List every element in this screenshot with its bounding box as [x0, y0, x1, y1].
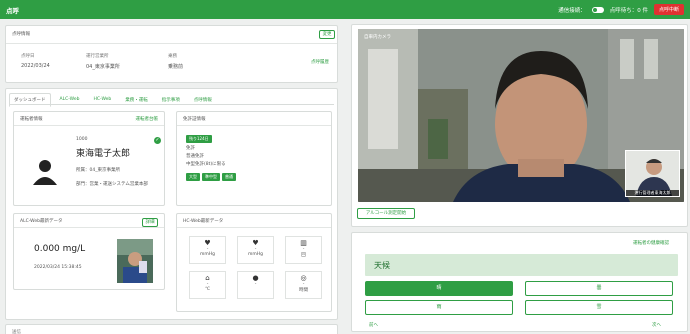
abort-button[interactable]: 点呼中断: [653, 4, 684, 15]
hc-unit: mmHg: [247, 252, 263, 257]
hc-cell-pulse: ▥ - 回: [285, 236, 322, 264]
office-label: 運行営業所: [86, 54, 109, 59]
alc-detail-button[interactable]: 詳細: [142, 218, 158, 227]
hc-cell-temp: ⌂ - ℃: [189, 271, 226, 299]
heart-icon: ♥: [204, 239, 211, 247]
hc-cell-bp-high: ♥ - mmHg: [189, 236, 226, 264]
driver-office: 所属：04_東京事業所: [76, 168, 120, 173]
hc-unit: 回: [301, 253, 306, 258]
video-feed: 自車内カメラ 運行管理者東海太郎: [358, 29, 684, 202]
license-line-1: 免許: [186, 146, 195, 151]
driver-register-link[interactable]: 運転者台帳: [136, 116, 159, 122]
alc-photo: [117, 239, 153, 283]
alc-card-title: ALC-Web最新データ: [20, 219, 63, 224]
license-tag-1: 大型: [186, 173, 200, 181]
connection-toggle[interactable]: [591, 6, 604, 13]
office-value: 04_東京事業所: [86, 64, 120, 70]
page-title: 点呼: [6, 6, 19, 15]
driver-card-header: 運転者情報 運転者台帳: [14, 112, 164, 126]
license-card: 免許証情報 残り124日 免許 普通免許 中型免許(8t)に限る 大型 準中型 …: [176, 111, 332, 206]
camera-label: 自車内カメラ: [364, 35, 391, 40]
divider: [6, 43, 337, 44]
hc-card: HC-Web最新データ ♥ - mmHg ♥ - mmHg ▥ - 回 ⌂ - …: [176, 213, 332, 312]
weather-option-rain[interactable]: 雨: [365, 300, 513, 315]
start-alcohol-test-button[interactable]: アルコール測定開始: [357, 208, 415, 219]
waiting-count: 点呼待ち：0 件: [609, 7, 648, 14]
driver-card-title: 運転者情報: [20, 117, 43, 122]
health-check-link[interactable]: 運転者の健康確認: [633, 240, 669, 246]
license-tag-3: 普通: [222, 173, 236, 181]
weather-option-snow[interactable]: 雪: [525, 300, 673, 315]
topbar-right: 通信接続： 点呼待ち：0 件 点呼中断: [558, 4, 684, 15]
weather-option-cloudy[interactable]: 曇: [525, 281, 673, 296]
hc-unit: 時間: [299, 288, 308, 293]
person-icon: [33, 160, 57, 185]
pip-label: 運行管理者東海太郎: [626, 190, 679, 196]
thermometer-icon: ⌂: [205, 274, 210, 282]
license-line-3: 中型免許(8t)に限る: [186, 162, 226, 167]
date-value: 2022/03/24: [21, 63, 50, 69]
bottom-label: 送信: [12, 330, 21, 334]
driver-card: 運転者情報 運転者台帳 ✓ 1000 東海電子太郎 所属：04_東京事業所 部門…: [13, 111, 165, 206]
next-link[interactable]: 次へ: [652, 322, 661, 328]
alc-timestamp: 2022/03/24 15:38:45: [34, 265, 82, 270]
top-bar: 点呼 通信接続： 点呼待ち：0 件 点呼中断: [0, 0, 690, 19]
pip-video: 運行管理者東海太郎: [625, 150, 680, 197]
alc-card: ALC-Web最新データ 詳細 0.000 mg/L 2022/03/24 15…: [13, 213, 165, 290]
date-label: 点呼日: [21, 54, 35, 59]
hc-value: -: [254, 282, 257, 287]
circle-icon: ●: [252, 274, 259, 282]
heart-icon: ♥: [252, 239, 259, 247]
info-section-title: 点呼情報: [12, 32, 30, 37]
hc-card-header: HC-Web最新データ: [177, 214, 331, 228]
weather-question: 天候: [365, 254, 678, 276]
hc-unit: mmHg: [199, 252, 215, 257]
weather-panel: 運転者の健康確認 天候 晴 曇 雨 雪 前へ 次へ: [351, 232, 688, 332]
weather-option-sunny[interactable]: 晴: [365, 281, 513, 296]
driver-code: 1000: [76, 137, 88, 142]
expiry-badge: 残り124日: [186, 135, 212, 143]
hc-cell-spo2: ● -: [237, 271, 274, 299]
hc-cell-sleep: ◎ - 時間: [285, 271, 322, 299]
check-icon: ✓: [154, 137, 161, 144]
prev-link[interactable]: 前へ: [369, 322, 378, 328]
license-card-title: 免許証情報: [183, 117, 206, 122]
bottom-panel: 送信: [5, 324, 338, 334]
clock-icon: ◎: [300, 274, 307, 282]
hc-cell-bp-low: ♥ - mmHg: [237, 236, 274, 264]
tab-divider: [9, 104, 334, 105]
license-tag-2: 準中型: [202, 173, 220, 181]
driver-dept: 部門：営業・運送システム営業本部: [76, 182, 148, 187]
license-line-2: 普通免許: [186, 154, 204, 159]
license-card-header: 免許証情報: [177, 112, 331, 126]
alc-value: 0.000 mg/L: [34, 244, 86, 254]
history-link[interactable]: 点呼履歴: [311, 59, 329, 65]
hc-unit: ℃: [204, 287, 211, 292]
roll-call-info-panel: 点呼情報 変更 点呼日 2022/03/24 運行営業所 04_東京事業所 乗務…: [5, 25, 338, 83]
hc-card-title: HC-Web最新データ: [183, 219, 224, 224]
weather-title: 天候: [374, 261, 390, 270]
edit-button[interactable]: 変更: [319, 30, 335, 39]
connection-label: 通信接続：: [558, 7, 586, 14]
duty-label: 乗務: [168, 54, 177, 59]
driver-name: 東海電子太郎: [76, 149, 131, 159]
monitor-icon: ▥: [300, 239, 307, 247]
duty-value: 乗務前: [168, 64, 184, 70]
